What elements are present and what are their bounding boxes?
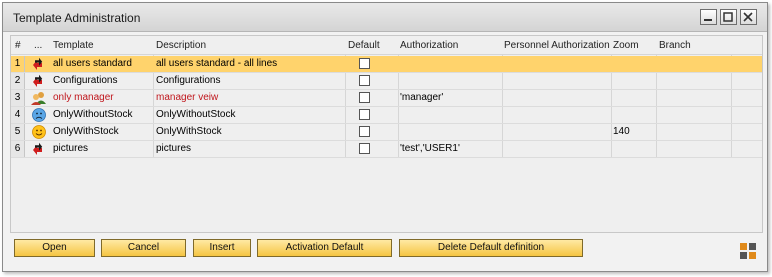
template-description[interactable]: Configurations — [156, 73, 344, 89]
col-template-header[interactable]: Template — [53, 40, 94, 51]
red-arrows-icon — [33, 57, 43, 70]
activation-default-button[interactable]: Activation Default — [257, 239, 392, 257]
template-name[interactable]: OnlyWithoutStock — [53, 107, 153, 123]
maximize-button[interactable] — [720, 9, 737, 25]
title-bar: Template Administration — [3, 3, 767, 32]
default-checkbox[interactable] — [359, 109, 370, 120]
col-personnel-authorization-header[interactable]: Personnel Authorization — [504, 40, 610, 51]
authorization-value[interactable] — [400, 107, 500, 123]
close-button[interactable] — [740, 9, 757, 25]
template-name[interactable]: OnlyWithStock — [53, 124, 153, 140]
close-icon — [743, 12, 753, 22]
zoom-value[interactable] — [613, 107, 655, 123]
template-description[interactable]: pictures — [156, 141, 344, 157]
zoom-value[interactable] — [613, 73, 655, 89]
template-administration-window: Template Administration # ... Template D… — [2, 2, 768, 272]
row-number: 3 — [11, 90, 25, 106]
template-grid[interactable]: # ... Template Description Default Autho… — [10, 35, 763, 233]
open-button[interactable]: Open — [14, 239, 95, 257]
template-description[interactable]: all users standard - all lines — [156, 56, 344, 72]
resize-grip-icon[interactable] — [739, 242, 757, 260]
col-description-header[interactable]: Description — [156, 40, 206, 51]
zoom-value[interactable] — [613, 90, 655, 106]
authorization-value[interactable] — [400, 73, 500, 89]
template-name[interactable]: pictures — [53, 141, 153, 157]
table-row[interactable]: 3 only manager manager veiw 'manager' — [11, 90, 762, 107]
zoom-value[interactable]: 140 — [613, 124, 655, 140]
delete-default-definition-button[interactable]: Delete Default definition — [399, 239, 583, 257]
blue-face-icon — [32, 108, 46, 122]
default-checkbox[interactable] — [359, 143, 370, 154]
maximize-icon — [723, 12, 733, 22]
col-zoom-header[interactable]: Zoom — [613, 40, 639, 51]
row-number: 2 — [11, 73, 25, 89]
red-arrows-icon — [33, 74, 43, 87]
row-number: 4 — [11, 107, 25, 123]
col-default-header[interactable]: Default — [348, 40, 380, 51]
users-icon — [31, 92, 46, 105]
table-row[interactable]: 2 Configurations Configurations — [11, 73, 762, 90]
table-row[interactable]: 1 all users standard all users standard … — [11, 56, 762, 73]
table-row[interactable]: 5 OnlyWithStock OnlyWithStock 140 — [11, 124, 762, 141]
window-title: Template Administration — [13, 11, 141, 25]
template-description[interactable]: OnlyWithoutStock — [156, 107, 344, 123]
col-authorization-header[interactable]: Authorization — [400, 40, 458, 51]
authorization-value[interactable] — [400, 56, 500, 72]
red-arrows-icon — [33, 142, 43, 155]
authorization-value[interactable]: 'manager' — [400, 90, 500, 106]
insert-button[interactable]: Insert — [193, 239, 251, 257]
authorization-value[interactable] — [400, 124, 500, 140]
default-checkbox[interactable] — [359, 92, 370, 103]
template-name[interactable]: all users standard — [53, 56, 153, 72]
template-name[interactable]: Configurations — [53, 73, 153, 89]
minimize-button[interactable] — [700, 9, 717, 25]
col-number-header: # — [15, 40, 21, 51]
authorization-value[interactable]: 'test','USER1' — [400, 141, 500, 157]
col-more-header[interactable]: ... — [34, 40, 42, 51]
col-branch-header[interactable]: Branch — [659, 40, 691, 51]
row-number: 5 — [11, 124, 25, 140]
cancel-button[interactable]: Cancel — [101, 239, 186, 257]
table-row[interactable]: 6 pictures pictures 'test','USER1' — [11, 141, 762, 158]
template-description[interactable]: OnlyWithStock — [156, 124, 344, 140]
row-number: 1 — [11, 56, 25, 72]
template-description[interactable]: manager veiw — [156, 90, 344, 106]
zoom-value[interactable] — [613, 141, 655, 157]
zoom-value[interactable] — [613, 56, 655, 72]
default-checkbox[interactable] — [359, 126, 370, 137]
default-checkbox[interactable] — [359, 58, 370, 69]
template-name[interactable]: only manager — [53, 90, 153, 106]
grid-header: # ... Template Description Default Autho… — [11, 36, 762, 55]
minimize-icon — [704, 19, 712, 21]
table-row[interactable]: 4 OnlyWithoutStock OnlyWithoutStock — [11, 107, 762, 124]
smiley-icon — [32, 125, 46, 139]
row-number: 6 — [11, 141, 25, 157]
default-checkbox[interactable] — [359, 75, 370, 86]
